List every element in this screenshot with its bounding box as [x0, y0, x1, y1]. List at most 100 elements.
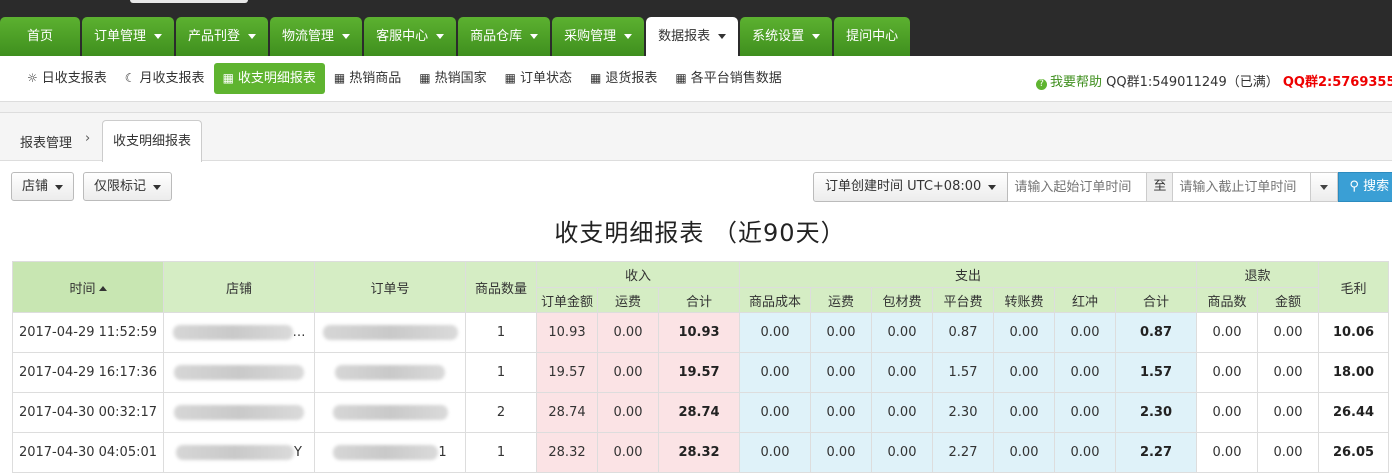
redacted-shop — [174, 405, 304, 420]
subnav-item-2[interactable]: ▦ 收支明细报表 — [213, 63, 325, 94]
col-expense-0: 商品成本 — [739, 287, 811, 313]
subnav-item-7[interactable]: ▦ 各平台销售数据 — [666, 63, 790, 94]
col-profit: 毛利 — [1318, 261, 1389, 313]
top-decoration — [130, 0, 248, 3]
cell-expense-0: 0.00 — [739, 392, 811, 433]
table-row[interactable]: 2017-04-30 00:32:17 2 28.74 0.00 28.74 0.00 0.… — [12, 392, 1389, 433]
cell-expense-3: 2.30 — [932, 392, 994, 433]
cell-refund-1: 0.00 — [1257, 352, 1319, 393]
table-icon: ▦ — [222, 71, 234, 85]
col-time[interactable]: 时间 — [12, 261, 164, 313]
chevron-down-icon — [718, 34, 727, 39]
mark-filter-button[interactable]: 仅限标记 — [83, 172, 173, 201]
chevron-down-icon — [624, 34, 633, 39]
shop-filter-button[interactable]: 店铺 — [11, 172, 75, 201]
cell-income-1: 0.00 — [597, 352, 659, 393]
col-order-no: 订单号 — [314, 261, 466, 313]
subnav-item-label: 订单状态 — [519, 71, 572, 86]
nav-tab-8[interactable]: 系统设置 — [740, 17, 833, 56]
cell-income-1: 0.00 — [597, 432, 659, 473]
qq-group-2: QQ群2:576935530 — [1282, 75, 1392, 90]
cell-order-no — [314, 312, 466, 353]
shop-visible-part: Y — [294, 445, 302, 460]
redacted-order — [335, 365, 445, 380]
subnav-item-label: 退货报表 — [605, 71, 658, 86]
cell-qty: 1 — [465, 352, 537, 393]
report-title: 收支明细报表 （近90天） — [554, 219, 846, 247]
table-icon: ▦ — [333, 71, 346, 85]
redacted-shop — [174, 365, 304, 380]
cell-income-2: 28.32 — [658, 432, 740, 473]
nav-tab-7[interactable]: 数据报表 — [646, 17, 739, 56]
table-row[interactable]: 2017-04-30 04:05:01 Y 1 1 28.32 0.00 28.32 0.00… — [12, 432, 1389, 473]
start-time-input[interactable] — [1008, 172, 1148, 202]
col-expense-3: 平台费 — [932, 287, 994, 313]
subnav-item-6[interactable]: ▦ 退货报表 — [581, 63, 666, 94]
cell-expense-0: 0.00 — [739, 352, 811, 393]
nav-tab-0[interactable]: 首页 — [0, 17, 81, 56]
subnav-item-label: 各平台销售数据 — [690, 71, 782, 86]
nav-tab-3[interactable]: 物流管理 — [270, 17, 363, 56]
cell-order-no: 1 — [314, 432, 466, 473]
col-expense-4: 转账费 — [993, 287, 1055, 313]
subnav-item-3[interactable]: ▦ 热销商品 — [325, 63, 410, 94]
cell-income-0: 19.57 — [536, 352, 598, 393]
col-expense-5: 红冲 — [1054, 287, 1116, 313]
help-info: ?我要帮助 QQ群1:549011249（已满） QQ群2:576935530 — [1036, 71, 1392, 90]
cell-shop — [163, 352, 315, 393]
mark-filter-label: 仅限标记 — [94, 179, 147, 194]
end-time-dropdown[interactable] — [1311, 172, 1339, 202]
breadcrumb-root[interactable]: 报表管理 — [20, 132, 72, 151]
chevron-down-icon — [530, 34, 539, 39]
cell-shop — [163, 392, 315, 433]
cell-refund-0: 0.00 — [1196, 312, 1258, 353]
nav-tab-4[interactable]: 客服中心 — [364, 17, 457, 56]
table-icon: ▦ — [675, 71, 687, 85]
redacted-shop — [172, 325, 293, 340]
nav-tab-label: 采购管理 — [564, 29, 617, 44]
cell-profit: 26.05 — [1318, 432, 1389, 473]
redacted-order — [333, 445, 439, 460]
col-expense-2: 包材费 — [871, 287, 933, 313]
nav-tab-2[interactable]: 产品刊登 — [176, 17, 269, 56]
group-income: 收入 — [536, 261, 740, 288]
top-navigation-bar: 首页 订单管理 产品刊登 物流管理 客服中心 商品仓库 采购管理 数据报表 系统设置 提问中心 — [0, 0, 1392, 56]
search-button-label: 搜索 — [1363, 179, 1390, 194]
subnav-item-0[interactable]: ☼ 日收支报表 — [18, 63, 116, 94]
cell-expense-3: 1.57 — [932, 352, 994, 393]
nav-tab-1[interactable]: 订单管理 — [82, 17, 175, 56]
question-icon: ? — [1036, 79, 1047, 90]
table-row[interactable]: 2017-04-29 16:17:36 1 19.57 0.00 19.57 0.00 0.… — [12, 352, 1389, 393]
cell-income-1: 0.00 — [597, 392, 659, 433]
nav-tab-9[interactable]: 提问中心 — [834, 17, 911, 56]
shop-filter-label: 店铺 — [22, 179, 49, 194]
col-refund-1: 金额 — [1257, 287, 1319, 313]
cell-expense-0: 0.00 — [739, 312, 811, 353]
cell-shop: … — [163, 312, 315, 353]
breadcrumb-current-tab[interactable]: 收支明细报表 — [102, 120, 202, 162]
nav-tab-6[interactable]: 采购管理 — [552, 17, 645, 56]
search-button[interactable]: ⚲ 搜索 — [1338, 172, 1392, 202]
nav-tab-5[interactable]: 商品仓库 — [458, 17, 551, 56]
subnav-item-label: 日收支报表 — [41, 71, 107, 86]
table-row[interactable]: 2017-04-29 11:52:59… 1 10.93 0.00 10.93 0.00 0… — [12, 312, 1389, 353]
cell-order-no — [314, 352, 466, 393]
search-icon: ⚲ — [1349, 179, 1359, 194]
cell-expense-6: 1.57 — [1115, 352, 1197, 393]
content-panel: 报表管理 › 收支明细报表 店铺 仅限标记 订单创建时间 UTC+08:00 至… — [0, 112, 1392, 476]
end-time-input[interactable] — [1173, 172, 1312, 202]
subnav-item-1[interactable]: ☾ 月收支报表 — [116, 63, 214, 94]
subnav-item-4[interactable]: ▦ 热销国家 — [410, 63, 495, 94]
group-expense: 支出 — [739, 261, 1197, 288]
nav-tab-label: 客服中心 — [376, 29, 429, 44]
subnav-item-5[interactable]: ▦ 订单状态 — [496, 63, 581, 94]
nav-tab-label: 商品仓库 — [470, 29, 523, 44]
col-qty: 商品数量 — [465, 261, 537, 313]
group-refund: 退款 — [1196, 261, 1319, 288]
cell-expense-6: 0.87 — [1115, 312, 1197, 353]
qq-group-1: QQ群1:549011249（已满） — [1106, 75, 1279, 90]
col-income-2: 合计 — [658, 287, 740, 313]
time-type-select[interactable]: 订单创建时间 UTC+08:00 — [813, 172, 1009, 202]
help-link[interactable]: 我要帮助 — [1050, 75, 1102, 90]
cell-income-2: 10.93 — [658, 312, 740, 353]
